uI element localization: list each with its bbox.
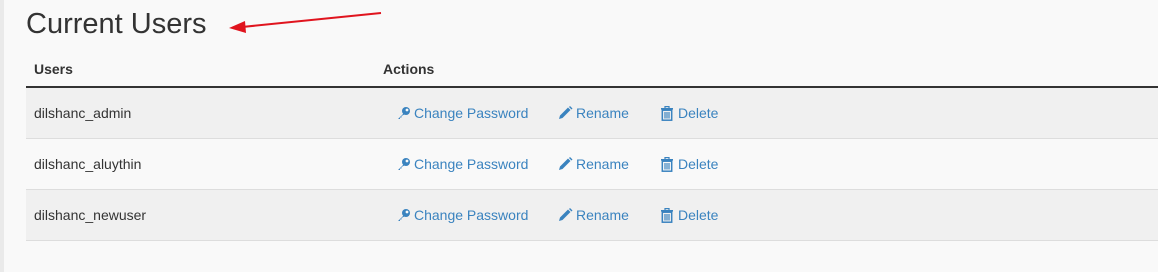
- trash-icon: [661, 105, 673, 121]
- table-row: dilshanc_aluythin Change Password Rename…: [26, 138, 1158, 190]
- pencil-icon: [559, 106, 573, 119]
- user-name-cell: dilshanc_aluythin: [26, 138, 383, 190]
- delete-label: Delete: [678, 156, 719, 172]
- delete-label: Delete: [678, 105, 719, 121]
- key-icon: [398, 107, 410, 119]
- actions-cell: Change Password Rename Delete: [383, 189, 1158, 241]
- delete-link[interactable]: Delete: [660, 156, 718, 172]
- key-icon: [398, 209, 410, 221]
- trash-icon: [661, 156, 673, 172]
- rename-label: Rename: [576, 156, 629, 172]
- actions-cell: Change Password Rename Delete: [383, 87, 1158, 139]
- change-password-label: Change Password: [414, 156, 529, 172]
- rename-link[interactable]: Rename: [558, 105, 660, 121]
- change-password-link[interactable]: Change Password: [396, 156, 558, 172]
- page-title: Current Users: [26, 8, 207, 40]
- delete-label: Delete: [678, 207, 719, 223]
- delete-link[interactable]: Delete: [660, 105, 718, 121]
- change-password-link[interactable]: Change Password: [396, 105, 558, 121]
- change-password-link[interactable]: Change Password: [396, 207, 558, 223]
- pencil-icon: [559, 157, 573, 170]
- delete-link[interactable]: Delete: [660, 207, 718, 223]
- rename-label: Rename: [576, 207, 629, 223]
- rename-link[interactable]: Rename: [558, 156, 660, 172]
- users-column-header: Users: [26, 52, 383, 88]
- rename-label: Rename: [576, 105, 629, 121]
- pencil-icon: [559, 208, 573, 221]
- user-name-cell: dilshanc_admin: [26, 87, 383, 139]
- left-border: [0, 0, 4, 272]
- actions-cell: Change Password Rename Delete: [383, 138, 1158, 190]
- users-table: Users Actions dilshanc_admin Change Pass…: [26, 52, 1158, 241]
- key-icon: [398, 158, 410, 170]
- table-header-row: Users Actions: [26, 52, 1158, 88]
- change-password-label: Change Password: [414, 207, 529, 223]
- actions-column-header: Actions: [383, 52, 1158, 88]
- table-row: dilshanc_admin Change Password Rename De…: [26, 87, 1158, 139]
- change-password-label: Change Password: [414, 105, 529, 121]
- table-row: dilshanc_newuser Change Password Rename …: [26, 189, 1158, 241]
- rename-link[interactable]: Rename: [558, 207, 660, 223]
- user-name-cell: dilshanc_newuser: [26, 189, 383, 241]
- trash-icon: [661, 207, 673, 223]
